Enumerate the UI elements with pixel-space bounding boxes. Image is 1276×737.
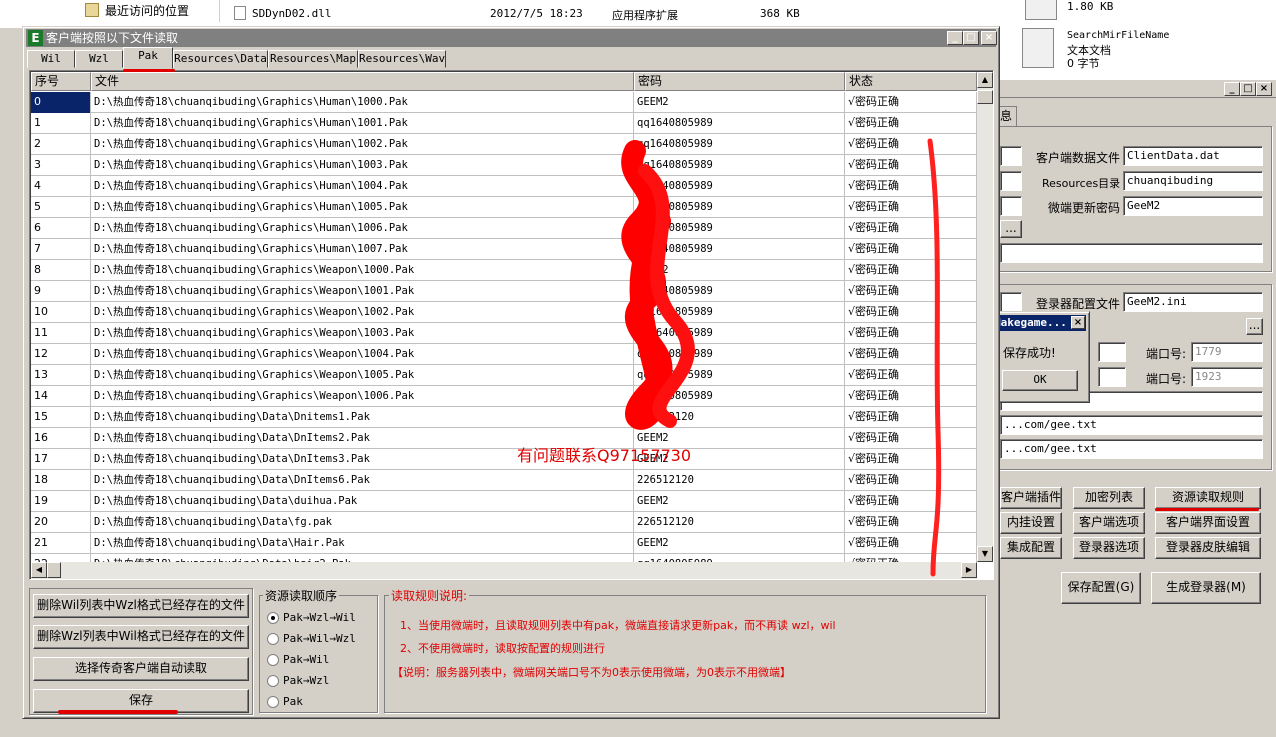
hidden-field-2[interactable]	[1000, 171, 1022, 191]
host-field-2[interactable]	[1098, 367, 1126, 387]
main-close-button[interactable]: ×	[981, 31, 997, 45]
login-config-file-label: 登录器配置文件	[1036, 297, 1121, 311]
config-titlebar: _ □ ×	[995, 80, 1276, 98]
read-order-title: 资源读取顺序	[263, 587, 340, 604]
hidden-field-3[interactable]	[1000, 196, 1022, 216]
update-password-input[interactable]: GeeM2	[1123, 196, 1263, 216]
minimize-button[interactable]: _	[1224, 82, 1240, 96]
update-password-label: 微端更新密码	[1048, 201, 1121, 215]
maximize-button[interactable]: □	[1240, 82, 1256, 96]
launcher-options-button[interactable]: 登录器选项	[1073, 537, 1145, 559]
hidden-field-1[interactable]	[1000, 146, 1022, 166]
right-file-name[interactable]: SearchMirFileName	[1067, 30, 1169, 41]
explorer-nav: 最近访问的位置	[50, 0, 220, 22]
host-field-1[interactable]	[1098, 342, 1126, 362]
text-file-icon	[1025, 0, 1057, 20]
port-label-1: 端口号:	[1146, 347, 1187, 361]
app-e-icon: E	[28, 30, 43, 46]
tab-resources-data[interactable]: Resources\Data	[173, 50, 268, 68]
resource-read-rules-button[interactable]: 资源读取规则	[1155, 487, 1261, 509]
resources-dir-label: Resources目录	[1042, 177, 1121, 190]
red-underline-mark	[1155, 508, 1259, 511]
integrated-config-button[interactable]: 集成配置	[1000, 537, 1062, 559]
tab-resources-map[interactable]: Resources\Map	[268, 50, 358, 68]
read-order-option-label[interactable]: Pak→Wil	[283, 653, 329, 666]
read-order-radio[interactable]	[267, 696, 279, 708]
encrypt-list-button[interactable]: 加密列表	[1073, 487, 1145, 509]
launcher-skin-edit-button[interactable]: 登录器皮肤编辑	[1155, 537, 1261, 559]
right-file-size: 1.80 KB	[1067, 0, 1114, 13]
close-button[interactable]: ×	[1256, 82, 1272, 96]
url-input-1[interactable]: ...com/gee.txt	[1000, 415, 1263, 435]
delete-wil-duplicates-button[interactable]: 删除Wil列表中Wzl格式已经存在的文件	[33, 594, 249, 618]
watermark-text: 有问题联系Q97157730	[517, 446, 692, 465]
red-underline-mark	[58, 710, 178, 714]
read-order-option-label[interactable]: Pak	[283, 695, 303, 708]
delete-wzl-duplicates-button[interactable]: 删除Wzl列表中Wil格式已经存在的文件	[33, 625, 249, 649]
read-order-option-label[interactable]: Pak→Wzl→Wil	[283, 611, 356, 624]
browse-button[interactable]: ...	[1000, 220, 1022, 238]
file-grid[interactable]: 序号 文件 密码 状态 0 D:\热血传奇18\chuanqibuding\Gra…	[29, 70, 994, 580]
config-field-4[interactable]	[1000, 243, 1263, 263]
save-success-popup: Makegame... × 保存成功! OK	[987, 311, 1090, 403]
login-browse-button[interactable]: ...	[1246, 318, 1263, 335]
text-file-icon[interactable]	[1022, 28, 1054, 68]
rules-line-1: 1、当使用微端时，且读取规则列表中有pak，微端直接请求更新pak，而不再读 w…	[400, 619, 836, 632]
red-underline-mark	[123, 69, 175, 72]
url-input-2[interactable]: ...com/gee.txt	[1000, 439, 1263, 459]
save-config-button[interactable]: 保存配置(G)	[1061, 572, 1141, 604]
read-rules-window: E 客户端按照以下文件读取 _ □ × Wil Wzl Pak Resource…	[22, 26, 1000, 719]
right-file-bytes: 0 字节	[1067, 57, 1100, 70]
read-order-radio[interactable]	[267, 612, 279, 624]
read-order-radio[interactable]	[267, 633, 279, 645]
port-input-1[interactable]: 1779	[1191, 342, 1263, 362]
hidden-field-5[interactable]	[1000, 292, 1022, 312]
client-options-button[interactable]: 客户端选项	[1073, 512, 1145, 534]
right-file-pane: 1.80 KB SearchMirFileName 文本文档 0 字节	[1000, 0, 1276, 80]
popup-ok-button[interactable]: OK	[1002, 370, 1078, 391]
auto-read-client-button[interactable]: 选择传奇客户端自动读取	[33, 657, 249, 681]
main-maximize-button[interactable]: □	[963, 31, 979, 45]
login-config-file-input[interactable]: GeeM2.ini	[1123, 292, 1263, 312]
rules-line-3: 【说明：服务器列表中，微端网关端口号不为0表示使用微端，为0表示不用微端】	[392, 666, 791, 679]
popup-close-icon[interactable]: ×	[1071, 316, 1085, 329]
port-label-2: 端口号:	[1146, 372, 1187, 386]
read-order-radio[interactable]	[267, 675, 279, 687]
rules-title: 读取规则说明:	[389, 587, 470, 604]
tab-resources-wav[interactable]: Resources\Wav	[358, 50, 446, 68]
tab-pak[interactable]: Pak	[123, 47, 173, 69]
file-date: 2012/7/5 18:23	[490, 7, 583, 20]
read-order-option-label[interactable]: Pak→Wil→Wzl	[283, 632, 356, 645]
file-type: 应用程序扩展	[612, 9, 678, 22]
tab-wzl[interactable]: Wzl	[75, 50, 123, 68]
dll-file-icon	[234, 6, 246, 20]
nav-item-recent[interactable]: 最近访问的位置	[105, 2, 189, 19]
file-size: 368 KB	[760, 7, 800, 20]
client-data-file-input[interactable]: ClientData.dat	[1123, 146, 1263, 166]
read-order-radio[interactable]	[267, 654, 279, 666]
client-ui-settings-button[interactable]: 客户端界面设置	[1155, 512, 1261, 534]
client-plugin-button[interactable]: 客户端插件	[1000, 487, 1062, 509]
generate-launcher-button[interactable]: 生成登录器(M)	[1151, 572, 1261, 604]
main-title: 客户端按照以下文件读取	[46, 31, 179, 45]
config-dialog: _ □ × 息 客户端数据文件 ClientData.dat Resources…	[995, 80, 1276, 737]
explorer-window: 最近访问的位置 SDDynD02.dll 2012/7/5 18:23 应用程序…	[0, 0, 1000, 28]
rules-line-2: 2、不使用微端时，读取按配置的规则进行	[400, 642, 605, 655]
file-name: SDDynD02.dll	[252, 7, 332, 20]
main-minimize-button[interactable]: _	[947, 31, 963, 45]
read-order-option-label[interactable]: Pak→Wzl	[283, 674, 329, 687]
recent-places-icon	[85, 3, 99, 17]
tab-wil[interactable]: Wil	[27, 50, 75, 68]
red-scribble-overlay	[621, 138, 942, 577]
main-titlebar: E 客户端按照以下文件读取 _ □ ×	[26, 29, 997, 47]
resources-dir-input[interactable]: chuanqibuding	[1123, 171, 1263, 191]
port-input-2[interactable]: 1923	[1191, 367, 1263, 387]
client-data-file-label: 客户端数据文件	[1036, 151, 1121, 165]
popup-message: 保存成功!	[1003, 346, 1056, 360]
inner-hook-settings-button[interactable]: 内挂设置	[1000, 512, 1062, 534]
